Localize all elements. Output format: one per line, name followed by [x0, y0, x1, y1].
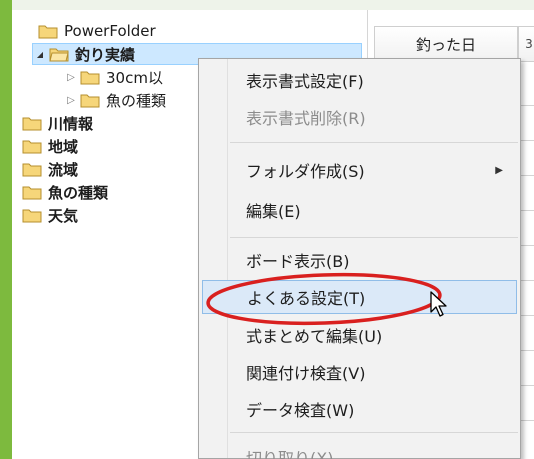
folder-icon	[22, 116, 42, 131]
menu-item-label: 式まとめて編集(U)	[246, 327, 383, 346]
window-top-band	[12, 0, 534, 10]
collapsed-arrow-icon[interactable]: ▷	[64, 95, 78, 106]
menu-item-label: 表示書式削除(R)	[246, 109, 366, 128]
tree-item-sakana-shurui[interactable]: 魚の種類	[22, 181, 202, 203]
folder-icon	[80, 93, 100, 108]
menu-item-label: 編集(E)	[246, 202, 301, 221]
menu-item-display-format-set[interactable]: 表示書式設定(F)	[202, 63, 517, 97]
menu-item-label: 切り取り(X)	[246, 449, 334, 459]
menu-item-common-settings[interactable]: よくある設定(T)	[202, 280, 517, 314]
tree-item-label: 川情報	[48, 114, 94, 133]
menu-item-label: 関連付け検査(V)	[246, 364, 366, 383]
grid-row-line	[520, 385, 534, 386]
menu-item-association-check[interactable]: 関連付け検査(V)	[202, 355, 517, 389]
menu-item-label: ボード表示(B)	[246, 252, 350, 271]
submenu-arrow-icon: ▶	[495, 164, 503, 176]
menu-item-data-check[interactable]: データ検査(W)	[202, 392, 517, 426]
menu-item-label: 表示書式設定(F)	[246, 72, 364, 91]
menu-item-create-folder[interactable]: フォルダ作成(S) ▶	[202, 153, 517, 187]
tree-item-label: 魚の種類	[106, 91, 167, 110]
tree-item-label: 天気	[48, 206, 79, 225]
folder-icon	[22, 185, 42, 200]
folder-icon	[22, 162, 42, 177]
folder-icon	[22, 208, 42, 223]
tree-item-30cm[interactable]: ▷ 30cm以	[64, 66, 204, 88]
folder-icon	[80, 70, 100, 85]
grid-row-line	[520, 420, 534, 421]
menu-item-edit[interactable]: 編集(E)	[202, 193, 517, 227]
grid-row-line	[520, 245, 534, 246]
menu-item-display-format-delete[interactable]: 表示書式削除(R)	[202, 100, 517, 134]
context-menu: 表示書式設定(F) 表示書式削除(R) フォルダ作成(S) ▶ 編集(E) ボー…	[198, 58, 521, 459]
column-header-next[interactable]: 3	[518, 26, 534, 62]
tree-item-kawa-jouhou[interactable]: 川情報	[22, 112, 202, 134]
menu-item-label: よくある設定(T)	[247, 289, 366, 308]
grid-row-line	[520, 280, 534, 281]
menu-item-board-display[interactable]: ボード表示(B)	[202, 243, 517, 277]
tree-item-label: 魚の種類	[48, 183, 109, 202]
folder-icon	[22, 139, 42, 154]
tree-item-powerfolder[interactable]: PowerFolder	[22, 20, 352, 42]
grid-row-line	[520, 175, 534, 176]
menu-separator	[230, 142, 518, 143]
menu-item-label: フォルダ作成(S)	[246, 162, 365, 181]
column-header-tsutta-hi[interactable]: 釣った日	[374, 26, 518, 62]
tree-item-label: 釣り実績	[75, 45, 136, 64]
tree-item-tenki[interactable]: 天気	[22, 204, 202, 226]
menu-item-cut[interactable]: 切り取り(X)	[202, 439, 517, 459]
grid-row-line	[520, 210, 534, 211]
folder-icon	[38, 24, 58, 39]
menu-separator	[230, 237, 518, 238]
expanded-arrow-icon[interactable]: ◢	[33, 50, 47, 59]
menu-item-bulk-edit-expr[interactable]: 式まとめて編集(U)	[202, 318, 517, 352]
window-frame-left	[0, 0, 12, 459]
tree-item-label: 流域	[48, 160, 79, 179]
menu-separator	[230, 432, 518, 433]
grid-row-line	[520, 140, 534, 141]
folder-open-icon	[49, 47, 69, 62]
menu-item-label: データ検査(W)	[246, 401, 355, 420]
tree-item-label: 地域	[48, 137, 79, 156]
grid-row-line	[520, 315, 534, 316]
tree-item-label: 30cm以	[106, 68, 163, 87]
collapsed-arrow-icon[interactable]: ▷	[64, 72, 78, 83]
grid-row-line	[520, 350, 534, 351]
tree-item-chiiki[interactable]: 地域	[22, 135, 202, 157]
tree-item-label: PowerFolder	[64, 22, 156, 40]
tree-item-ryuuiki[interactable]: 流域	[22, 158, 202, 180]
grid-row-line	[520, 105, 534, 106]
tree-item-sakana-shurui-sub[interactable]: ▷ 魚の種類	[64, 89, 204, 111]
